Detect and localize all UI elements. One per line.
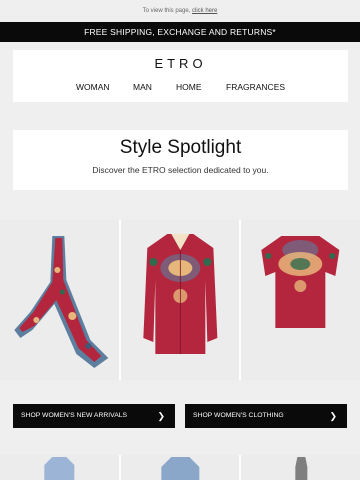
header-card: ETRO WOMAN MAN HOME FRAGRANCES <box>13 50 348 102</box>
product-tile-scarf[interactable] <box>0 220 119 380</box>
spotlight-card: Style Spotlight Discover the ETRO select… <box>13 130 348 190</box>
paisley-scarf-image <box>14 236 109 368</box>
shop-new-arrivals-label: SHOP WOMEN'S NEW ARRIVALS <box>21 412 128 419</box>
chevron-right-icon: ❯ <box>329 411 337 421</box>
chevron-right-icon: ❯ <box>157 411 165 421</box>
nav-item-man[interactable]: MAN <box>133 82 152 92</box>
spotlight-title: Style Spotlight <box>119 137 242 158</box>
nav-item-home[interactable]: HOME <box>176 82 202 92</box>
nav-item-fragrances[interactable]: FRAGRANCES <box>226 82 285 92</box>
product-tile[interactable] <box>241 455 360 480</box>
nav-item-woman[interactable]: WOMAN <box>76 82 110 92</box>
product-grid-second-row <box>0 455 360 480</box>
paisley-shirt-image <box>143 234 218 354</box>
shirt-collar-image <box>295 457 308 480</box>
shipping-banner: FREE SHIPPING, EXCHANGE AND RETURNS* <box>0 22 360 42</box>
etro-logo[interactable]: ETRO <box>13 56 348 71</box>
product-tile[interactable] <box>120 455 240 480</box>
shop-new-arrivals-button[interactable]: SHOP WOMEN'S NEW ARRIVALS ❯ <box>13 404 175 428</box>
paisley-tshirt-image <box>261 236 340 328</box>
shirt-collar-image <box>44 457 75 480</box>
product-tile[interactable] <box>0 455 119 480</box>
product-tile-shirt[interactable] <box>120 220 240 380</box>
preheader-text: To view this page, <box>142 8 192 14</box>
product-grid <box>0 220 360 380</box>
product-tile-tshirt[interactable] <box>241 220 360 380</box>
preheader: To view this page, click here <box>0 0 360 22</box>
shirt-collar-image <box>161 457 200 480</box>
spotlight-subtitle: Discover the ETRO selection dedicated to… <box>92 165 269 175</box>
view-in-browser-link[interactable]: click here <box>192 8 217 14</box>
cta-row: SHOP WOMEN'S NEW ARRIVALS ❯ SHOP WOMEN'S… <box>0 382 360 452</box>
shop-clothing-button[interactable]: SHOP WOMEN'S CLOTHING ❯ <box>185 404 347 428</box>
shipping-banner-text: FREE SHIPPING, EXCHANGE AND RETURNS* <box>84 27 276 37</box>
shop-clothing-label: SHOP WOMEN'S CLOTHING <box>193 412 284 419</box>
